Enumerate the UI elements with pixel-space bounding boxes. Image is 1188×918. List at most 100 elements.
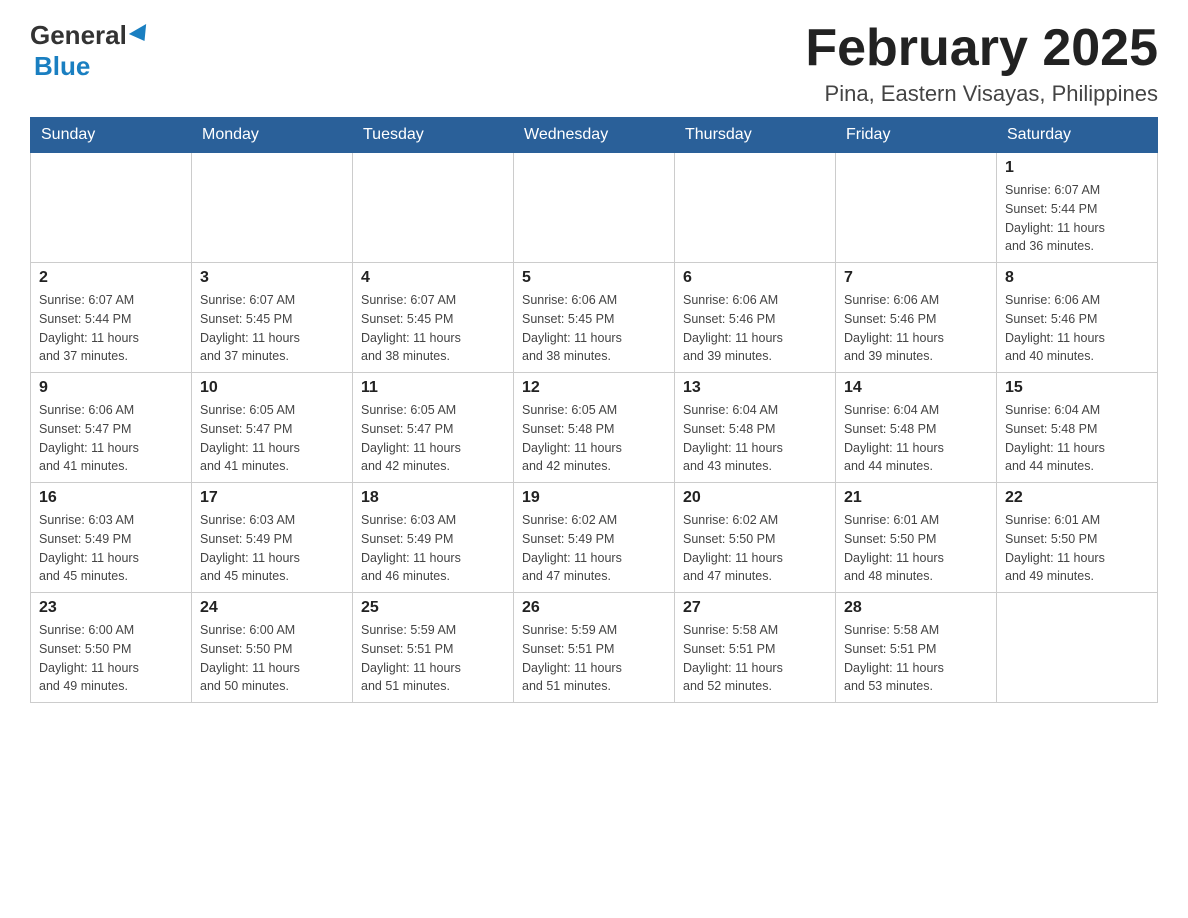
day-info: Sunrise: 6:06 AM Sunset: 5:45 PM Dayligh…	[522, 291, 666, 366]
day-info: Sunrise: 6:05 AM Sunset: 5:47 PM Dayligh…	[361, 401, 505, 476]
day-number: 25	[361, 599, 505, 617]
calendar-cell: 11 Sunrise: 6:05 AM Sunset: 5:47 PM Dayli…	[353, 373, 514, 483]
calendar-cell: 21 Sunrise: 6:01 AM Sunset: 5:50 PM Dayli…	[836, 483, 997, 593]
calendar-cell: 4 Sunrise: 6:07 AM Sunset: 5:45 PM Daylig…	[353, 263, 514, 373]
day-info: Sunrise: 6:07 AM Sunset: 5:44 PM Dayligh…	[1005, 181, 1149, 256]
logo-general-text: General	[30, 20, 127, 51]
day-number: 18	[361, 489, 505, 507]
calendar-cell: 5 Sunrise: 6:06 AM Sunset: 5:45 PM Daylig…	[514, 263, 675, 373]
calendar-cell: 22Sunrise: 6:01 AM Sunset: 5:50 PM Dayli…	[997, 483, 1158, 593]
day-number: 20	[683, 489, 827, 507]
day-info: Sunrise: 6:07 AM Sunset: 5:45 PM Dayligh…	[361, 291, 505, 366]
calendar-cell: 20 Sunrise: 6:02 AM Sunset: 5:50 PM Dayli…	[675, 483, 836, 593]
day-info: Sunrise: 6:03 AM Sunset: 5:49 PM Dayligh…	[39, 511, 183, 586]
page-header: General Blue February 2025 Pina, Eastern…	[30, 20, 1158, 107]
day-number: 6	[683, 269, 827, 287]
day-number: 15	[1005, 379, 1149, 397]
day-number: 7	[844, 269, 988, 287]
day-info: Sunrise: 6:01 AM Sunset: 5:50 PM Dayligh…	[844, 511, 988, 586]
calendar-cell: 24 Sunrise: 6:00 AM Sunset: 5:50 PM Dayli…	[192, 593, 353, 703]
day-number: 22	[1005, 489, 1149, 507]
day-info: Sunrise: 6:06 AM Sunset: 5:46 PM Dayligh…	[844, 291, 988, 366]
calendar-cell: 6 Sunrise: 6:06 AM Sunset: 5:46 PM Daylig…	[675, 263, 836, 373]
day-number: 21	[844, 489, 988, 507]
calendar-cell: 14 Sunrise: 6:04 AM Sunset: 5:48 PM Dayli…	[836, 373, 997, 483]
day-number: 5	[522, 269, 666, 287]
day-info: Sunrise: 6:05 AM Sunset: 5:48 PM Dayligh…	[522, 401, 666, 476]
calendar-cell	[997, 593, 1158, 703]
logo-blue-text: Blue	[34, 51, 90, 81]
day-info: Sunrise: 5:59 AM Sunset: 5:51 PM Dayligh…	[361, 621, 505, 696]
calendar-cell	[31, 153, 192, 263]
calendar-week-row: 2Sunrise: 6:07 AM Sunset: 5:44 PM Daylig…	[31, 263, 1158, 373]
day-number: 14	[844, 379, 988, 397]
weekday-header-sunday: Sunday	[31, 118, 192, 153]
day-info: Sunrise: 6:05 AM Sunset: 5:47 PM Dayligh…	[200, 401, 344, 476]
day-info: Sunrise: 6:04 AM Sunset: 5:48 PM Dayligh…	[683, 401, 827, 476]
calendar-header-row: SundayMondayTuesdayWednesdayThursdayFrid…	[31, 118, 1158, 153]
day-number: 27	[683, 599, 827, 617]
calendar-cell	[192, 153, 353, 263]
calendar-cell: 16 Sunrise: 6:03 AM Sunset: 5:49 PM Dayli…	[31, 483, 192, 593]
day-number: 23	[39, 599, 183, 617]
day-number: 12	[522, 379, 666, 397]
day-number: 9	[39, 379, 183, 397]
day-info: Sunrise: 5:58 AM Sunset: 5:51 PM Dayligh…	[844, 621, 988, 696]
calendar-cell	[514, 153, 675, 263]
weekday-header-saturday: Saturday	[997, 118, 1158, 153]
calendar-cell: 1Sunrise: 6:07 AM Sunset: 5:44 PM Daylig…	[997, 153, 1158, 263]
day-info: Sunrise: 6:06 AM Sunset: 5:47 PM Dayligh…	[39, 401, 183, 476]
calendar-cell: 26 Sunrise: 5:59 AM Sunset: 5:51 PM Dayli…	[514, 593, 675, 703]
calendar-cell: 28Sunrise: 5:58 AM Sunset: 5:51 PM Dayli…	[836, 593, 997, 703]
calendar-cell: 8Sunrise: 6:06 AM Sunset: 5:46 PM Daylig…	[997, 263, 1158, 373]
calendar-cell: 10 Sunrise: 6:05 AM Sunset: 5:47 PM Dayli…	[192, 373, 353, 483]
day-number: 16	[39, 489, 183, 507]
calendar-cell: 2Sunrise: 6:07 AM Sunset: 5:44 PM Daylig…	[31, 263, 192, 373]
day-number: 26	[522, 599, 666, 617]
day-number: 3	[200, 269, 344, 287]
calendar-cell: 7 Sunrise: 6:06 AM Sunset: 5:46 PM Daylig…	[836, 263, 997, 373]
day-info: Sunrise: 6:04 AM Sunset: 5:48 PM Dayligh…	[1005, 401, 1149, 476]
day-info: Sunrise: 6:03 AM Sunset: 5:49 PM Dayligh…	[200, 511, 344, 586]
day-info: Sunrise: 6:00 AM Sunset: 5:50 PM Dayligh…	[200, 621, 344, 696]
logo-triangle-icon	[129, 23, 153, 45]
calendar-cell: 23 Sunrise: 6:00 AM Sunset: 5:50 PM Dayli…	[31, 593, 192, 703]
title-area: February 2025 Pina, Eastern Visayas, Phi…	[805, 20, 1158, 107]
calendar-cell: 9 Sunrise: 6:06 AM Sunset: 5:47 PM Daylig…	[31, 373, 192, 483]
calendar-cell	[353, 153, 514, 263]
day-info: Sunrise: 6:06 AM Sunset: 5:46 PM Dayligh…	[683, 291, 827, 366]
weekday-header-tuesday: Tuesday	[353, 118, 514, 153]
calendar-cell: 27 Sunrise: 5:58 AM Sunset: 5:51 PM Dayli…	[675, 593, 836, 703]
calendar-cell	[675, 153, 836, 263]
calendar-cell: 13 Sunrise: 6:04 AM Sunset: 5:48 PM Dayli…	[675, 373, 836, 483]
calendar-cell: 17 Sunrise: 6:03 AM Sunset: 5:49 PM Dayli…	[192, 483, 353, 593]
day-number: 10	[200, 379, 344, 397]
month-title: February 2025	[805, 20, 1158, 77]
day-info: Sunrise: 6:04 AM Sunset: 5:48 PM Dayligh…	[844, 401, 988, 476]
day-number: 13	[683, 379, 827, 397]
day-info: Sunrise: 6:02 AM Sunset: 5:50 PM Dayligh…	[683, 511, 827, 586]
day-number: 8	[1005, 269, 1149, 287]
calendar-cell: 3Sunrise: 6:07 AM Sunset: 5:45 PM Daylig…	[192, 263, 353, 373]
day-number: 11	[361, 379, 505, 397]
weekday-header-monday: Monday	[192, 118, 353, 153]
day-info: Sunrise: 6:00 AM Sunset: 5:50 PM Dayligh…	[39, 621, 183, 696]
calendar-cell: 25 Sunrise: 5:59 AM Sunset: 5:51 PM Dayli…	[353, 593, 514, 703]
calendar-week-row: 9 Sunrise: 6:06 AM Sunset: 5:47 PM Daylig…	[31, 373, 1158, 483]
day-number: 24	[200, 599, 344, 617]
day-number: 19	[522, 489, 666, 507]
day-info: Sunrise: 6:03 AM Sunset: 5:49 PM Dayligh…	[361, 511, 505, 586]
calendar-cell: 12 Sunrise: 6:05 AM Sunset: 5:48 PM Dayli…	[514, 373, 675, 483]
calendar-cell	[836, 153, 997, 263]
weekday-header-thursday: Thursday	[675, 118, 836, 153]
day-info: Sunrise: 5:59 AM Sunset: 5:51 PM Dayligh…	[522, 621, 666, 696]
location-title: Pina, Eastern Visayas, Philippines	[805, 81, 1158, 107]
calendar-week-row: 23 Sunrise: 6:00 AM Sunset: 5:50 PM Dayli…	[31, 593, 1158, 703]
day-info: Sunrise: 5:58 AM Sunset: 5:51 PM Dayligh…	[683, 621, 827, 696]
calendar-week-row: 16 Sunrise: 6:03 AM Sunset: 5:49 PM Dayli…	[31, 483, 1158, 593]
day-info: Sunrise: 6:07 AM Sunset: 5:44 PM Dayligh…	[39, 291, 183, 366]
day-number: 4	[361, 269, 505, 287]
calendar-table: SundayMondayTuesdayWednesdayThursdayFrid…	[30, 117, 1158, 703]
day-number: 17	[200, 489, 344, 507]
calendar-week-row: 1Sunrise: 6:07 AM Sunset: 5:44 PM Daylig…	[31, 153, 1158, 263]
